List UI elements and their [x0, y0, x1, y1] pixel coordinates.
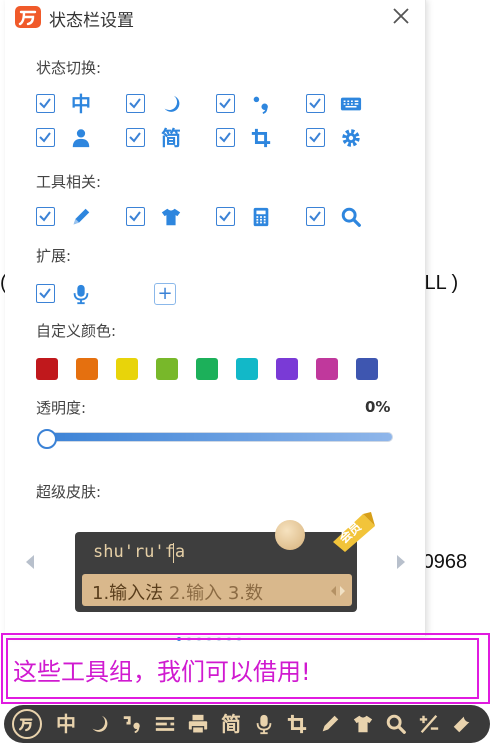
search-icon — [338, 204, 364, 230]
checkbox[interactable] — [126, 94, 145, 113]
panel-title: 状态栏设置 — [49, 11, 134, 31]
checkbox[interactable] — [36, 207, 55, 226]
skin-candidate-list: 1.输入法 2.输入 3.数 — [92, 579, 263, 605]
section-tools: 工具相关: — [36, 173, 102, 191]
chinese-mode-icon: 中 — [71, 92, 91, 116]
color-swatch[interactable] — [316, 358, 338, 380]
status-row-1: 中 — [36, 91, 396, 117]
section-extend: 扩展: — [36, 247, 72, 265]
crop-icon[interactable] — [283, 710, 311, 738]
color-swatch[interactable] — [196, 358, 218, 380]
color-swatch[interactable] — [76, 358, 98, 380]
toolbar-simplified[interactable]: 简 — [217, 710, 245, 738]
opacity-value: 0% — [365, 398, 391, 416]
tools-row — [36, 204, 396, 230]
checkbox[interactable] — [126, 207, 145, 226]
shirt-icon — [158, 204, 184, 230]
color-swatch[interactable] — [356, 358, 378, 380]
checkbox[interactable] — [306, 207, 325, 226]
color-swatch[interactable] — [236, 358, 258, 380]
shirt-icon[interactable] — [349, 710, 377, 738]
extend-row: + — [36, 281, 236, 307]
skin-next-icon[interactable] — [394, 553, 408, 571]
moon-icon — [158, 91, 184, 117]
section-super-skin: 超级皮肤: — [36, 483, 102, 501]
ime-status-toolbar: 中 简 — [4, 705, 490, 743]
checkbox[interactable] — [36, 128, 55, 147]
moon-icon[interactable] — [85, 710, 113, 738]
checkbox[interactable] — [216, 94, 235, 113]
color-swatch[interactable] — [36, 358, 58, 380]
section-custom-color: 自定义颜色: — [36, 322, 117, 340]
color-swatch[interactable] — [116, 358, 138, 380]
microphone-icon[interactable] — [250, 710, 278, 738]
section-status-toggle: 状态切换: — [36, 59, 102, 77]
status-bar-settings-panel: 状态栏设置 状态切换: 中 简 工具相关: 扩展: + 自定义颜色: 透明度: … — [5, 0, 426, 641]
color-swatch[interactable] — [156, 358, 178, 380]
add-extension-button[interactable]: + — [154, 283, 176, 305]
keyboard-icon[interactable] — [151, 710, 179, 738]
skin-candidates: 1.输入法 2.输入 3.数 — [82, 574, 352, 606]
search-icon[interactable] — [382, 710, 410, 738]
opacity-slider-fill — [42, 433, 392, 441]
pencil-icon[interactable] — [316, 710, 344, 738]
section-opacity: 透明度: — [36, 399, 87, 417]
simplified-icon: 简 — [161, 126, 181, 150]
status-row-2: 简 — [36, 125, 396, 151]
pencil-icon — [68, 204, 94, 230]
checkbox[interactable] — [36, 94, 55, 113]
wrench-icon[interactable] — [448, 710, 476, 738]
keyboard-icon — [338, 91, 364, 117]
checkbox[interactable] — [216, 207, 235, 226]
punctuation-icon — [248, 91, 274, 117]
plus-minus-icon[interactable] — [415, 710, 443, 738]
vip-badge: 会员 — [325, 512, 389, 552]
skin-preview[interactable]: shu'ru'fa 1.输入法 2.输入 3.数 — [75, 520, 357, 612]
gear-icon — [338, 125, 364, 151]
checkbox[interactable] — [216, 128, 235, 147]
calculator-icon — [248, 204, 274, 230]
skin-page-arrows-icon — [329, 583, 347, 597]
punctuation-icon[interactable] — [118, 710, 146, 738]
skin-candidate-2: 2.输入 — [168, 583, 223, 604]
skin-prev-icon[interactable] — [23, 553, 37, 571]
printer-icon[interactable] — [184, 710, 212, 738]
checkbox[interactable] — [306, 94, 325, 113]
color-swatch-row — [36, 358, 396, 384]
toolbar-chinese-mode[interactable]: 中 — [52, 710, 80, 738]
user-icon — [68, 125, 94, 151]
skin-candidate-3: 3.数 — [227, 583, 264, 604]
skin-orb — [275, 520, 305, 550]
logo-icon[interactable] — [12, 709, 42, 739]
microphone-icon — [68, 281, 94, 307]
color-swatch[interactable] — [276, 358, 298, 380]
skin-pinyin: shu'ru'fa — [93, 542, 186, 562]
close-icon[interactable] — [389, 4, 413, 28]
checkbox[interactable] — [126, 128, 145, 147]
opacity-slider-thumb[interactable] — [37, 429, 57, 449]
annotation-text: 这些工具组，我们可以借用! — [13, 658, 311, 686]
title-bar: 状态栏设置 — [5, 0, 426, 34]
skin-caret — [173, 543, 174, 563]
checkbox[interactable] — [306, 128, 325, 147]
checkbox[interactable] — [36, 284, 55, 303]
skin-candidate-1: 1.输入法 — [92, 583, 164, 604]
crop-icon — [248, 125, 274, 151]
app-logo-icon — [15, 6, 41, 28]
opacity-slider-track[interactable] — [41, 432, 393, 442]
